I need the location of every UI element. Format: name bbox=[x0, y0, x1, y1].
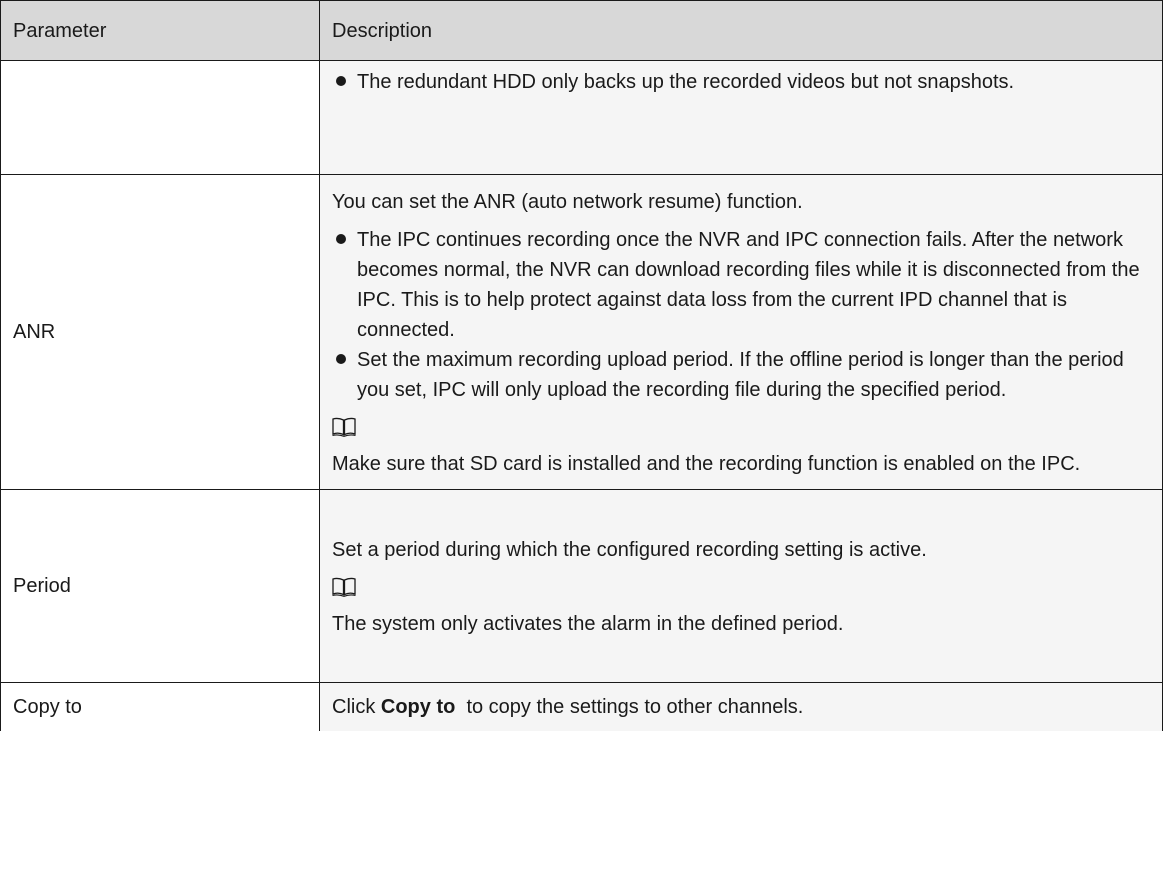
bullet-list: The redundant HDD only backs up the reco… bbox=[332, 67, 1150, 97]
book-icon bbox=[332, 417, 356, 437]
description-cell: You can set the ANR (auto network resume… bbox=[319, 174, 1163, 490]
list-item: The IPC continues recording once the NVR… bbox=[332, 225, 1150, 345]
copy-text-before: Click bbox=[332, 696, 381, 718]
description-cell: Click Copy to to copy the settings to ot… bbox=[319, 682, 1163, 731]
description-cell: The redundant HDD only backs up the reco… bbox=[319, 60, 1163, 175]
period-intro: Set a period during which the configured… bbox=[332, 539, 927, 561]
bullet-list: The IPC continues recording once the NVR… bbox=[332, 225, 1150, 405]
bullet-icon bbox=[336, 76, 346, 86]
param-cell bbox=[0, 60, 320, 175]
bullet-icon bbox=[336, 234, 346, 244]
list-item: The redundant HDD only backs up the reco… bbox=[332, 67, 1150, 97]
param-cell-anr: ANR bbox=[0, 174, 320, 490]
header-parameter: Parameter bbox=[0, 0, 320, 61]
parameter-table: Parameter Description The redundant HDD … bbox=[0, 0, 1163, 731]
bullet-text: The IPC continues recording once the NVR… bbox=[357, 229, 1140, 341]
copy-to-keyword: Copy to bbox=[380, 696, 456, 718]
description-cell: Set a period during which the configured… bbox=[319, 489, 1163, 683]
bullet-icon bbox=[336, 354, 346, 364]
table-row: ANR You can set the ANR (auto network re… bbox=[0, 174, 1163, 490]
header-description: Description bbox=[319, 0, 1163, 61]
copy-text-after: to copy the settings to other channels. bbox=[455, 696, 804, 718]
book-icon bbox=[332, 577, 356, 597]
anr-note: Make sure that SD card is installed and … bbox=[332, 453, 1081, 475]
list-item: Set the maximum recording upload period.… bbox=[332, 345, 1150, 405]
table-row: Period Set a period during which the con… bbox=[0, 489, 1163, 683]
table-header-row: Parameter Description bbox=[0, 0, 1163, 61]
param-cell-copy: Copy to bbox=[0, 682, 320, 731]
bullet-text: The redundant HDD only backs up the reco… bbox=[357, 71, 1015, 93]
table-row: The redundant HDD only backs up the reco… bbox=[0, 60, 1163, 175]
table-row: Copy to Click Copy to to copy the settin… bbox=[0, 682, 1163, 731]
period-note: The system only activates the alarm in t… bbox=[332, 613, 844, 635]
bullet-text: Set the maximum recording upload period.… bbox=[357, 349, 1124, 401]
anr-intro: You can set the ANR (auto network resume… bbox=[332, 191, 803, 213]
param-cell-period: Period bbox=[0, 489, 320, 683]
